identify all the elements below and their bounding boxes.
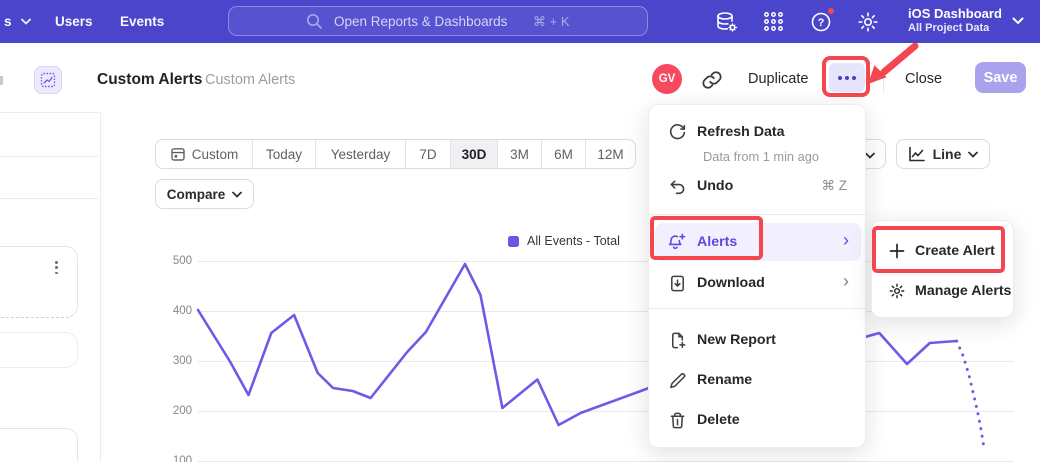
menu-item-rename[interactable]: Rename [655, 361, 861, 399]
gear-icon [887, 282, 907, 300]
more-options-button[interactable] [829, 63, 865, 92]
close-button[interactable]: Close [905, 71, 942, 87]
chart-projected-line [957, 341, 984, 447]
compare-button[interactable]: Compare [155, 179, 254, 209]
menu-item-label: Download [697, 275, 765, 291]
menu-item-label: Rename [697, 372, 752, 388]
date-range-control: Custom Today Yesterday 7D 30D 3M 6M 12M [155, 139, 636, 169]
menu-item-download[interactable]: Download › [655, 264, 861, 302]
menu-item-alerts[interactable]: Alerts › [655, 223, 861, 261]
rail-divider [0, 198, 99, 199]
submenu-item-label: Manage Alerts [915, 283, 1011, 299]
download-icon [667, 274, 687, 293]
range-6m[interactable]: 6M [542, 140, 586, 168]
chevron-down-icon [21, 18, 31, 25]
submenu-item-label: Create Alert [915, 243, 995, 259]
app-window: s Users Events Open Reports & Dashboards… [0, 0, 1040, 462]
svg-text:?: ? [818, 17, 825, 29]
submenu-item-create-alert[interactable]: Create Alert [877, 232, 1010, 270]
trash-icon [667, 411, 687, 430]
chevron-down-icon [968, 151, 978, 158]
chart-type-label: Line [933, 146, 962, 162]
range-today[interactable]: Today [253, 140, 316, 168]
range-7d[interactable]: 7D [406, 140, 451, 168]
report-type-icon [34, 66, 62, 94]
rail-divider [0, 156, 99, 157]
menu-item-label: New Report [697, 332, 776, 348]
project-selector-scope: All Project Data [908, 22, 989, 34]
refresh-icon [667, 123, 687, 142]
range-yesterday[interactable]: Yesterday [316, 140, 406, 168]
report-card[interactable] [0, 332, 78, 368]
chevron-down-icon[interactable] [1012, 17, 1024, 25]
duplicate-button[interactable]: Duplicate [748, 71, 808, 87]
chevron-right-icon: › [843, 272, 849, 290]
menu-item-label: Refresh Data [697, 124, 785, 140]
menu-item-label: Undo [697, 178, 733, 194]
alerts-submenu: Create Alert Manage Alerts [871, 220, 1014, 318]
report-card[interactable] [0, 246, 78, 318]
chevron-down-icon [865, 152, 875, 159]
apps-grid-icon[interactable] [762, 10, 785, 33]
menu-item-shortcut: ⌘ Z [822, 178, 848, 194]
search-shortcut: ⌘ + K [533, 14, 570, 30]
more-options-menu: Refresh Data Data from 1 min ago Undo ⌘ … [648, 104, 866, 448]
compare-label: Compare [167, 187, 226, 202]
menu-item-refresh-data[interactable]: Refresh Data Data from 1 min ago [655, 113, 861, 151]
chevron-right-icon: › [843, 231, 849, 249]
settings-gear-icon[interactable] [856, 10, 880, 34]
undo-icon [667, 177, 687, 196]
panel-divider [100, 112, 101, 462]
menu-item-sublabel: Data from 1 min ago [703, 149, 819, 164]
range-3m[interactable]: 3M [498, 140, 542, 168]
project-selector-name[interactable]: iOS Dashboard [908, 6, 1002, 21]
range-12m[interactable]: 12M [586, 140, 635, 168]
share-link-icon[interactable] [701, 69, 723, 91]
nav-partial-label: s [4, 14, 12, 29]
new-report-icon [667, 331, 687, 350]
menu-item-label: Alerts [697, 234, 737, 250]
data-management-icon[interactable] [714, 10, 739, 34]
notification-dot [826, 6, 836, 16]
avatar[interactable]: GV [652, 64, 682, 94]
nav-item-users[interactable]: Users [55, 14, 93, 29]
calendar-icon [170, 146, 186, 162]
range-custom[interactable]: Custom [156, 140, 253, 168]
menu-item-new-report[interactable]: New Report [655, 321, 861, 359]
alert-bell-plus-icon [667, 232, 687, 252]
page-title: Custom Alerts [97, 71, 202, 89]
toolbar-divider [883, 66, 884, 92]
search-icon [306, 13, 323, 30]
menu-divider [649, 308, 867, 309]
plus-icon [887, 243, 907, 259]
collapse-handle-fragment [0, 76, 3, 85]
menu-item-label: Delete [697, 412, 740, 428]
pencil-icon [667, 371, 687, 390]
nav-item-events[interactable]: Events [120, 14, 164, 29]
menu-item-delete[interactable]: Delete [655, 401, 861, 439]
nav-item-partial[interactable]: s [4, 14, 31, 29]
submenu-item-manage-alerts[interactable]: Manage Alerts [877, 272, 1010, 310]
rail-divider [0, 112, 99, 113]
chart-type-button[interactable]: Line [896, 139, 990, 169]
breadcrumb[interactable]: Custom Alerts [205, 72, 295, 88]
line-chart-icon [908, 146, 926, 162]
card-kebab-menu-icon[interactable] [53, 259, 60, 276]
range-label: Custom [192, 147, 239, 162]
chevron-down-icon [232, 191, 242, 198]
menu-divider [649, 214, 867, 215]
report-card[interactable] [0, 428, 78, 462]
search-placeholder: Open Reports & Dashboards [334, 14, 507, 29]
save-button[interactable]: Save [975, 62, 1026, 93]
line-chart-icon [40, 72, 56, 88]
top-nav-bar: s Users Events Open Reports & Dashboards… [0, 0, 1040, 43]
range-30d-selected[interactable]: 30D [451, 140, 498, 168]
menu-item-undo[interactable]: Undo ⌘ Z [655, 167, 861, 205]
